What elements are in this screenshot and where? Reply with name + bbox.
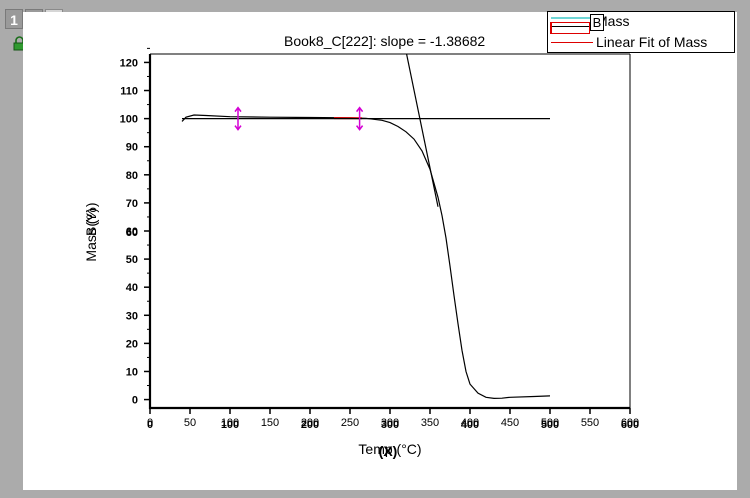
legend-swatch-linear-fit [551,42,593,43]
y-tick-label: 90 [126,142,138,154]
plot-area: 0 50 100 150 200 250 300 350 400 450 500 550 600 0 100… [83,47,639,459]
x-axis-ticks: 0 50 100 150 200 250 300 350 400 450 500 550 6000 100… [147,408,639,431]
legend-item-linear-fit: Linear Fit of Mass [548,33,734,51]
x-tick-label: 250 [341,417,359,429]
y-axis-ticks: 010203040506070809010011012060 [120,47,150,407]
legend[interactable]: Mass B Linear Fit of Mass [547,11,735,53]
x-tick-label-overlay: 100 [221,419,239,431]
y-tick-label: 110 [120,86,138,98]
legend-label-linear-fit: Linear Fit of Mass [596,34,708,50]
y-tick-label: 40 [126,282,138,294]
y-tick-label: 100 [120,114,138,126]
series-layer [181,54,551,400]
y-tick-label: 30 [126,310,138,322]
y-tick-label-overlay: 60 [126,227,138,239]
x-axis-label-overlay: (X) [379,443,398,459]
x-tick-label-overlay: 500 [541,419,559,431]
y-tick-label: 0 [132,395,138,407]
x-tick-label-overlay: 400 [461,419,479,431]
x-tick-label-overlay: 300 [381,419,399,431]
x-tick-label-overlay: 200 [301,419,319,431]
legend-overlay-b: B [590,14,604,31]
x-tick-label-overlay: 600 [621,419,639,431]
plot-frame [148,53,631,410]
y-axis-label-overlay: B(Y) [83,208,99,236]
y-tick-label: 80 [126,170,138,182]
y-tick-label: 20 [126,338,138,350]
x-tick-label: 450 [501,417,519,429]
slope-annotation[interactable]: Book8_C[222]: slope = -1.38682 [284,33,485,49]
x-tick-label: 150 [261,417,279,429]
mass-curve [181,114,551,400]
x-tick-label-overlay: 0 [147,419,153,431]
y-tick-label: 50 [126,254,138,266]
y-tick-label: 70 [126,198,138,210]
legend-swatch-mass [551,17,593,19]
y-tick-label: 10 [126,366,138,378]
y-tick-label: 120 [120,57,138,69]
legend-overlay-b-text: B [592,15,602,30]
x-tick-label: 50 [184,417,196,429]
x-tick-label: 350 [421,417,439,429]
x-tick-label: 550 [581,417,599,429]
inflection-tangent [405,54,439,207]
